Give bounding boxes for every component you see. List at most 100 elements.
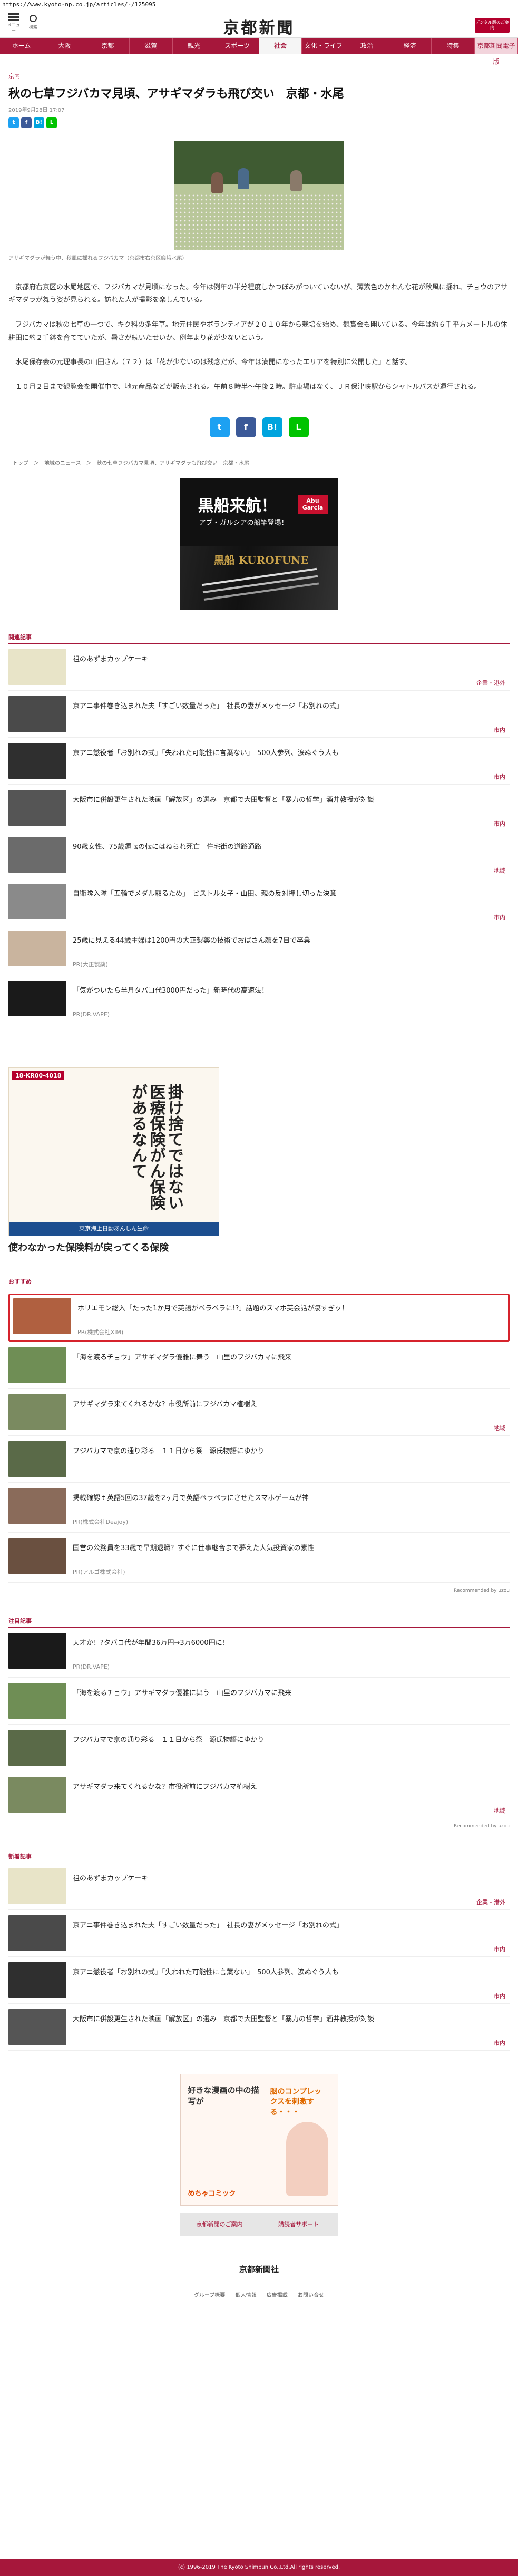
nav-kyoto[interactable]: 京都	[86, 38, 130, 54]
list-thumbnail[interactable]	[8, 742, 66, 779]
list-thumbnail[interactable]	[13, 1298, 71, 1334]
list-thumbnail[interactable]	[8, 2009, 66, 2045]
list-item-title[interactable]: 京アニ事件巻き込まれた夫「すごい数量だった」 社長の妻がメッセージ「お別れの式」	[73, 696, 343, 732]
twitter-share-icon[interactable]: t	[8, 117, 19, 128]
twitter-share-icon[interactable]: t	[209, 417, 230, 437]
list-item[interactable]: アサギマダラ来てくれるかな？市役所前にフジバカマ植樹え 地域	[8, 1771, 510, 1818]
footer-link[interactable]: 個人情報	[236, 2293, 257, 2298]
nav-culture[interactable]: 文化・ライフ	[302, 38, 346, 54]
list-item-title[interactable]: 祖のあずまカップケーキ	[73, 1868, 148, 1904]
list-item[interactable]: 90歳女性、75歳運転の転にはねられ死亡 住宅街の道路通路地域	[8, 831, 510, 878]
hatena-share-icon[interactable]: B!	[262, 417, 282, 437]
list-item-title[interactable]: 25歳に見える44歳主婦は1200円の大正製薬の技術でおばさん顔を7日で卒業 PR…	[73, 931, 310, 969]
breadcrumb[interactable]: トップ ＞ 地域のニュース ＞ 秋の七草フジバカマ見頃、アサギマダラも飛び交い …	[8, 458, 510, 466]
list-item-title[interactable]: 京アニ懲役者「お別れの式」「失われた可能性に言葉ない」 500人参列、涙ぬぐう人…	[73, 743, 339, 779]
list-item[interactable]: 天才か！?タバコ代が年間36万円→3万6000円に！ PR(DR.VAPE)	[8, 1628, 510, 1678]
powered-by-uzou[interactable]: Recommended by uzou	[8, 1588, 510, 1593]
footer-link[interactable]: グループ概要	[194, 2293, 225, 2298]
site-logo[interactable]: 京都新聞	[0, 15, 518, 38]
list-thumbnail[interactable]	[8, 1632, 66, 1669]
category-label[interactable]: 市内	[494, 819, 505, 828]
list-item-title[interactable]: アサギマダラ来てくれるかな？市役所前にフジバカマ植樹え	[73, 1394, 257, 1430]
line-share-icon[interactable]: L	[46, 117, 57, 128]
list-item[interactable]: 京アニ懲役者「お別れの式」「失われた可能性に言葉ない」 500人参列、涙ぬぐう人…	[8, 738, 510, 785]
nav-tourism[interactable]: 観光	[173, 38, 216, 54]
insurance-ad[interactable]: 18-KR00-4018 掛け捨てではない医療保険がん保険があるなんて 東京海上…	[8, 1067, 219, 1236]
list-thumbnail[interactable]	[8, 1441, 66, 1477]
category-label[interactable]: 地域	[494, 1806, 505, 1815]
support-button[interactable]: 購読者サポート	[259, 2213, 338, 2236]
nav-features[interactable]: 特集	[432, 38, 475, 54]
list-thumbnail[interactable]	[8, 1682, 66, 1719]
list-item-title[interactable]: フジバカマで京の通り彩る １１日から祭 源氏物語にゆかり	[73, 1730, 264, 1766]
list-item-title[interactable]: 掲載確認ｔ英語5回の37歳を2ヶ月で英語ペラペラにさせたスマホゲームが神 PR(株…	[73, 1488, 309, 1527]
list-item[interactable]: 「海を渡るチョウ」アサギマダラ優雅に舞う 山里のフジバカマに飛来	[8, 1342, 510, 1389]
list-item-title[interactable]: 国営の公務員を33歳で早期退職？すぐに仕事継合まで夢えた人気投資家の素性 PR(ア…	[73, 1538, 315, 1577]
list-item[interactable]: フジバカマで京の通り彩る １１日から祭 源氏物語にゆかり	[8, 1725, 510, 1771]
nav-shiga[interactable]: 滋賀	[130, 38, 173, 54]
list-item-title[interactable]: 祖のあずまカップケーキ	[73, 649, 148, 685]
list-item[interactable]: フジバカマで京の通り彩る １１日から祭 源氏物語にゆかり	[8, 1436, 510, 1483]
address-bar[interactable]: https://www.kyoto-np.co.jp/articles/-/12…	[0, 0, 518, 9]
category-label[interactable]: 地域	[494, 1424, 505, 1432]
line-share-icon[interactable]: L	[288, 417, 309, 437]
list-thumbnail[interactable]	[8, 1537, 66, 1574]
list-item[interactable]: 「気がついたら半月タバコ代3000円だった」新時代の高速法！ PR(DR.VAPE…	[8, 975, 510, 1025]
nav-home[interactable]: ホーム	[0, 38, 43, 54]
list-item[interactable]: 大阪市に併設更生された映画「解放区」の選み 京都で大田監督と「暴力の哲学」酒井教…	[8, 2004, 510, 2051]
hatena-share-icon[interactable]: B!	[34, 117, 44, 128]
list-thumbnail[interactable]	[8, 836, 66, 873]
category-label[interactable]: 市内	[494, 1945, 505, 1953]
list-item-title[interactable]: ホリエモン総入「たった1か月で英語がペラペラに!?」話題のスマホ英会話が凄すぎッ…	[77, 1298, 348, 1337]
insurance-ad-headline[interactable]: 使わなかった保険料が戻ってくる保険	[8, 1240, 510, 1254]
list-item[interactable]: 掲載確認ｔ英語5回の37歳を2ヶ月で英語ペラペラにさせたスマホゲームが神 PR(株…	[8, 1483, 510, 1533]
list-thumbnail[interactable]	[8, 1347, 66, 1383]
list-item[interactable]: ホリエモン総入「たった1か月で英語がペラペラに!?」話題のスマホ英会話が凄すぎッ…	[8, 1293, 510, 1342]
list-item-title[interactable]: 京アニ事件巻き込まれた夫「すごい数量だった」 社長の妻がメッセージ「お別れの式」	[73, 1915, 343, 1951]
list-item[interactable]: 「海を渡るチョウ」アサギマダラ優雅に舞う 山里のフジバカマに飛来	[8, 1678, 510, 1725]
footer-link[interactable]: 広告掲載	[267, 2293, 288, 2298]
list-item[interactable]: 大阪市に併設更生された映画「解放区」の選み 京都で大田監督と「暴力の哲学」酒井教…	[8, 785, 510, 831]
nav-osaka[interactable]: 大阪	[43, 38, 86, 54]
list-item-title[interactable]: 大阪市に併設更生された映画「解放区」の選み 京都で大田監督と「暴力の哲学」酒井教…	[73, 2009, 374, 2045]
list-thumbnail[interactable]	[8, 930, 66, 966]
list-thumbnail[interactable]	[8, 1487, 66, 1524]
list-thumbnail[interactable]	[8, 789, 66, 826]
nav-economy[interactable]: 経済	[388, 38, 432, 54]
list-item[interactable]: 25歳に見える44歳主婦は1200円の大正製薬の技術でおばさん顔を7日で卒業 PR…	[8, 925, 510, 975]
list-item[interactable]: アサギマダラ来てくれるかな？市役所前にフジバカマ植樹え地域	[8, 1389, 510, 1436]
nav-digital[interactable]: 京都新聞電子版	[475, 38, 518, 65]
list-thumbnail[interactable]	[8, 649, 66, 685]
nav-sports[interactable]: スポーツ	[216, 38, 259, 54]
powered-by-uzou[interactable]: Recommended by uzou	[8, 1824, 510, 1829]
category-label[interactable]: 市内	[494, 1992, 505, 2000]
category-label[interactable]: 市内	[494, 913, 505, 922]
list-item-title[interactable]: 90歳女性、75歳運転の転にはねられ死亡 住宅街の道路通路	[73, 837, 261, 873]
list-thumbnail[interactable]	[8, 883, 66, 919]
list-item[interactable]: 京アニ懲役者「お別れの式」「失われた可能性に言葉ない」 500人参列、涙ぬぐう人…	[8, 1957, 510, 2004]
list-item[interactable]: 祖のあずまカップケーキ 企業・港外	[8, 1863, 510, 1910]
footer-logo[interactable]: 京都新聞社	[8, 2264, 510, 2275]
list-item-title[interactable]: 自衛隊入隊「五輪でメダル取るため」 ピストル女子・山田、親の反対押し切った決意	[73, 884, 337, 919]
article-photo[interactable]	[174, 140, 344, 250]
footer-link[interactable]: お問い合せ	[298, 2293, 324, 2298]
fishing-ad[interactable]: 黒船来航！ アブ・ガルシアの船竿登場！ Abu Garcia 黒船 KUROFU…	[180, 477, 338, 610]
list-item-title[interactable]: フジバカマで京の通り彩る １１日から祭 源氏物語にゆかり	[73, 1441, 264, 1477]
list-thumbnail[interactable]	[8, 980, 66, 1016]
digital-edition-button[interactable]: デジタル版のご案内	[475, 18, 510, 33]
list-thumbnail[interactable]	[8, 1776, 66, 1813]
list-item[interactable]: 自衛隊入隊「五輪でメダル取るため」 ピストル女子・山田、親の反対押し切った決意市…	[8, 878, 510, 925]
list-thumbnail[interactable]	[8, 1394, 66, 1430]
about-button[interactable]: 京都新聞のご案内	[180, 2213, 259, 2236]
category-label[interactable]: 企業・港外	[476, 679, 505, 687]
category-label[interactable]: 市内	[494, 726, 505, 734]
category-label[interactable]: 地域	[494, 866, 505, 875]
list-thumbnail[interactable]	[8, 1915, 66, 1951]
list-thumbnail[interactable]	[8, 1868, 66, 1904]
list-thumbnail[interactable]	[8, 1962, 66, 1998]
list-thumbnail[interactable]	[8, 1729, 66, 1766]
facebook-share-icon[interactable]: f	[236, 417, 256, 437]
list-item-title[interactable]: 「気がついたら半月タバコ代3000円だった」新時代の高速法！ PR(DR.VAPE…	[73, 981, 268, 1020]
list-item-title[interactable]: 京アニ懲役者「お別れの式」「失われた可能性に言葉ない」 500人参列、涙ぬぐう人…	[73, 1962, 339, 1998]
list-item-title[interactable]: 天才か！?タバコ代が年間36万円→3万6000円に！ PR(DR.VAPE)	[73, 1633, 229, 1672]
